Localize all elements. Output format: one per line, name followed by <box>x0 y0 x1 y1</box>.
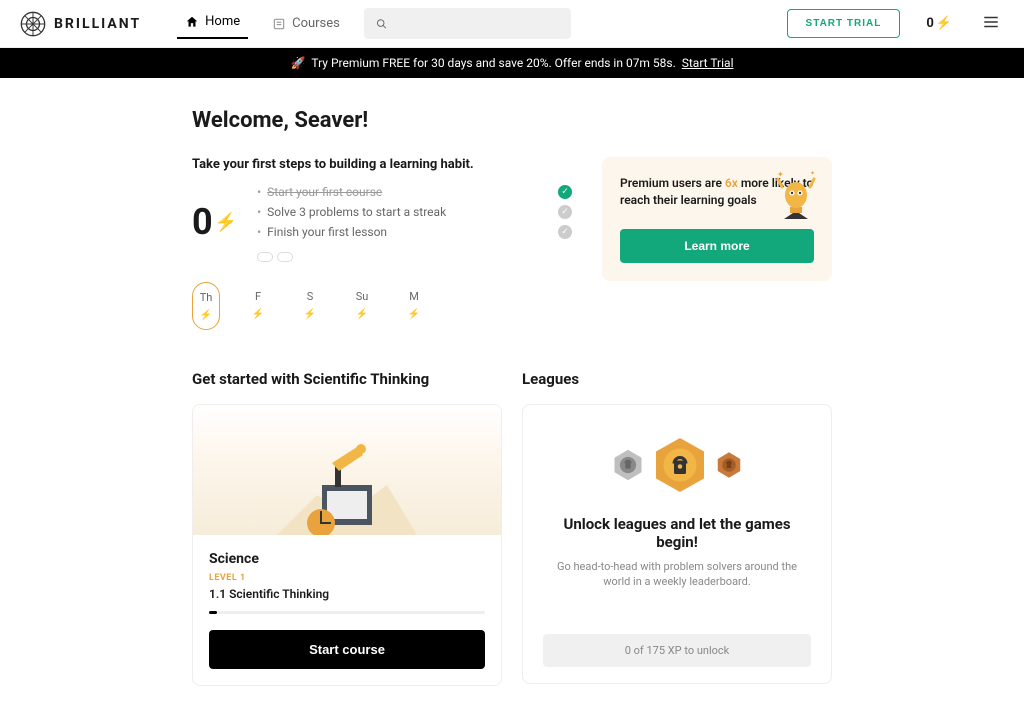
home-icon <box>185 15 199 29</box>
brand-name: BRILLIANT <box>54 16 141 32</box>
bolt-icon: ⚡ <box>356 309 368 320</box>
nav-home-label: Home <box>205 14 240 29</box>
bolt-icon: ⚡ <box>936 16 952 31</box>
check-icon: ✓ <box>558 225 572 239</box>
day-s[interactable]: S⚡ <box>296 282 324 330</box>
search-input[interactable] <box>387 16 559 31</box>
top-header: BRILLIANT Home Courses START TRIAL 0 ⚡ <box>0 0 1024 48</box>
silver-badge-icon <box>610 447 646 483</box>
search-bar[interactable] <box>364 8 571 39</box>
leagues-card-subtitle: Go head-to-head with problem solvers aro… <box>543 559 811 590</box>
pill-indicators <box>257 252 572 262</box>
promo-text: Try Premium FREE for 30 days and save 20… <box>311 56 675 70</box>
day-m[interactable]: M⚡ <box>400 282 428 330</box>
course-section-title: Get started with Scientific Thinking <box>192 370 502 388</box>
main-content: Welcome, Seaver! Take your first steps t… <box>172 78 852 716</box>
bronze-badge-icon <box>714 450 744 480</box>
gold-badge-icon <box>650 435 710 495</box>
bolt-icon: ⚡ <box>252 309 264 320</box>
step-item-2: •Solve 3 problems to start a streak ✓ <box>257 202 572 222</box>
promo-cta[interactable]: Start Trial <box>682 56 734 70</box>
bolt-icon: ⚡ <box>304 309 316 320</box>
streak-count: 0⚡ <box>192 182 237 262</box>
premium-promo-card: Premium users are 6x more likely to reac… <box>602 157 832 281</box>
course-level: LEVEL 1 <box>209 573 485 583</box>
promo-banner: 🚀 Try Premium FREE for 30 days and save … <box>0 48 1024 78</box>
leagues-card: Unlock leagues and let the games begin! … <box>522 404 832 684</box>
menu-button[interactable] <box>978 9 1004 39</box>
leagues-card-title: Unlock leagues and let the games begin! <box>543 515 811 551</box>
course-illustration <box>193 405 501 535</box>
course-lesson: 1.1 Scientific Thinking <box>209 587 485 601</box>
league-badges <box>543 435 811 495</box>
bolt-icon: ⚡ <box>408 309 420 320</box>
day-streak-row: Th⚡ F⚡ S⚡ Su⚡ M⚡ <box>192 282 572 330</box>
svg-text:✦: ✦ <box>810 171 815 177</box>
welcome-heading: Welcome, Seaver! <box>192 108 832 133</box>
course-subject: Science <box>209 551 485 567</box>
progress-bar <box>209 611 485 614</box>
start-trial-button[interactable]: START TRIAL <box>787 9 901 38</box>
check-icon: ✓ <box>558 185 572 199</box>
nav-courses-label: Courses <box>292 16 340 31</box>
brand-logo[interactable]: BRILLIANT <box>20 11 141 37</box>
mascot-icon: ✦ ✦ <box>774 171 818 225</box>
step-item-3: •Finish your first lesson ✓ <box>257 222 572 242</box>
points-display: 0 ⚡ <box>926 16 952 31</box>
day-f[interactable]: F⚡ <box>244 282 272 330</box>
hamburger-icon <box>982 13 1000 31</box>
check-icon: ✓ <box>558 205 572 219</box>
nav-home[interactable]: Home <box>177 8 248 39</box>
steps-heading: Take your first steps to building a lear… <box>192 157 572 172</box>
brilliant-logo-icon <box>20 11 46 37</box>
step-item-1: •Start your first course ✓ <box>257 182 572 202</box>
courses-icon <box>272 17 286 31</box>
start-course-button[interactable]: Start course <box>209 630 485 669</box>
search-icon <box>376 18 387 30</box>
svg-text:✦: ✦ <box>777 171 784 179</box>
day-th[interactable]: Th⚡ <box>192 282 220 330</box>
day-su[interactable]: Su⚡ <box>348 282 376 330</box>
nav-courses[interactable]: Courses <box>264 10 348 37</box>
leagues-section-title: Leagues <box>522 370 832 388</box>
bolt-icon: ⚡ <box>215 212 237 233</box>
xp-progress: 0 of 175 XP to unlock <box>543 634 811 667</box>
bolt-icon: ⚡ <box>200 310 212 321</box>
learn-more-button[interactable]: Learn more <box>620 229 814 263</box>
